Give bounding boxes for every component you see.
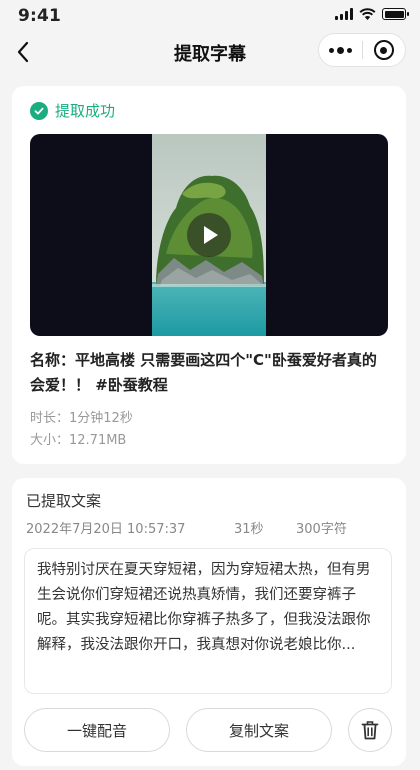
video-title: 名称：平地高楼 只需要画这四个"C"卧蚕爱好者真的会爱！！ #卧蚕教程 bbox=[30, 351, 377, 394]
trash-icon bbox=[361, 721, 379, 740]
success-status: 提取成功 bbox=[30, 100, 115, 121]
play-button[interactable] bbox=[187, 213, 231, 257]
extract-date: 2022年7月20日 10:57:37 bbox=[26, 522, 186, 537]
action-bar: 一键配音 复制文案 bbox=[24, 708, 394, 752]
back-button[interactable] bbox=[12, 36, 42, 68]
audio-length: 31秒 bbox=[234, 522, 264, 537]
delete-button[interactable] bbox=[348, 708, 392, 752]
check-circle-icon bbox=[30, 101, 48, 120]
copy-text-button[interactable]: 复制文案 bbox=[186, 708, 332, 752]
status-bar: 9:41 bbox=[0, 0, 420, 30]
video-result-card: 提取成功 名称：平地高楼 只需要画这四个"C"卧蚕爱好者真的会爱！！ #卧蚕教程… bbox=[12, 86, 406, 464]
miniprogram-capsule bbox=[318, 33, 406, 67]
char-count: 300字符 bbox=[296, 522, 347, 537]
status-icons bbox=[335, 8, 409, 20]
status-time: 9:41 bbox=[18, 6, 62, 26]
section-title: 已提取文案 bbox=[26, 492, 102, 510]
video-size: 大小：12.71MB bbox=[30, 433, 127, 448]
video-duration: 时长：1分钟12秒 bbox=[30, 411, 133, 426]
close-miniprogram-button[interactable] bbox=[363, 34, 406, 66]
video-player[interactable] bbox=[30, 134, 388, 336]
more-button[interactable] bbox=[319, 34, 362, 66]
target-icon bbox=[373, 40, 394, 60]
nav-bar: 提取字幕 bbox=[0, 30, 420, 74]
success-label: 提取成功 bbox=[55, 102, 116, 120]
transcript-stats: 2022年7月20日 10:57:37 31秒 300字符 bbox=[26, 518, 386, 537]
more-dots-icon bbox=[328, 46, 352, 54]
wifi-icon bbox=[359, 8, 376, 20]
battery-icon bbox=[382, 8, 409, 20]
transcript-text[interactable]: 我特别讨厌在夏天穿短裙，因为穿短裙太热，但有男生会说你们穿短裙还说热真矫情，我们… bbox=[24, 548, 392, 694]
signal-icon bbox=[335, 8, 353, 20]
one-click-dub-button[interactable]: 一键配音 bbox=[24, 708, 170, 752]
chevron-left-icon bbox=[17, 41, 29, 63]
transcript-card: 已提取文案 2022年7月20日 10:57:37 31秒 300字符 我特别讨… bbox=[12, 478, 406, 766]
